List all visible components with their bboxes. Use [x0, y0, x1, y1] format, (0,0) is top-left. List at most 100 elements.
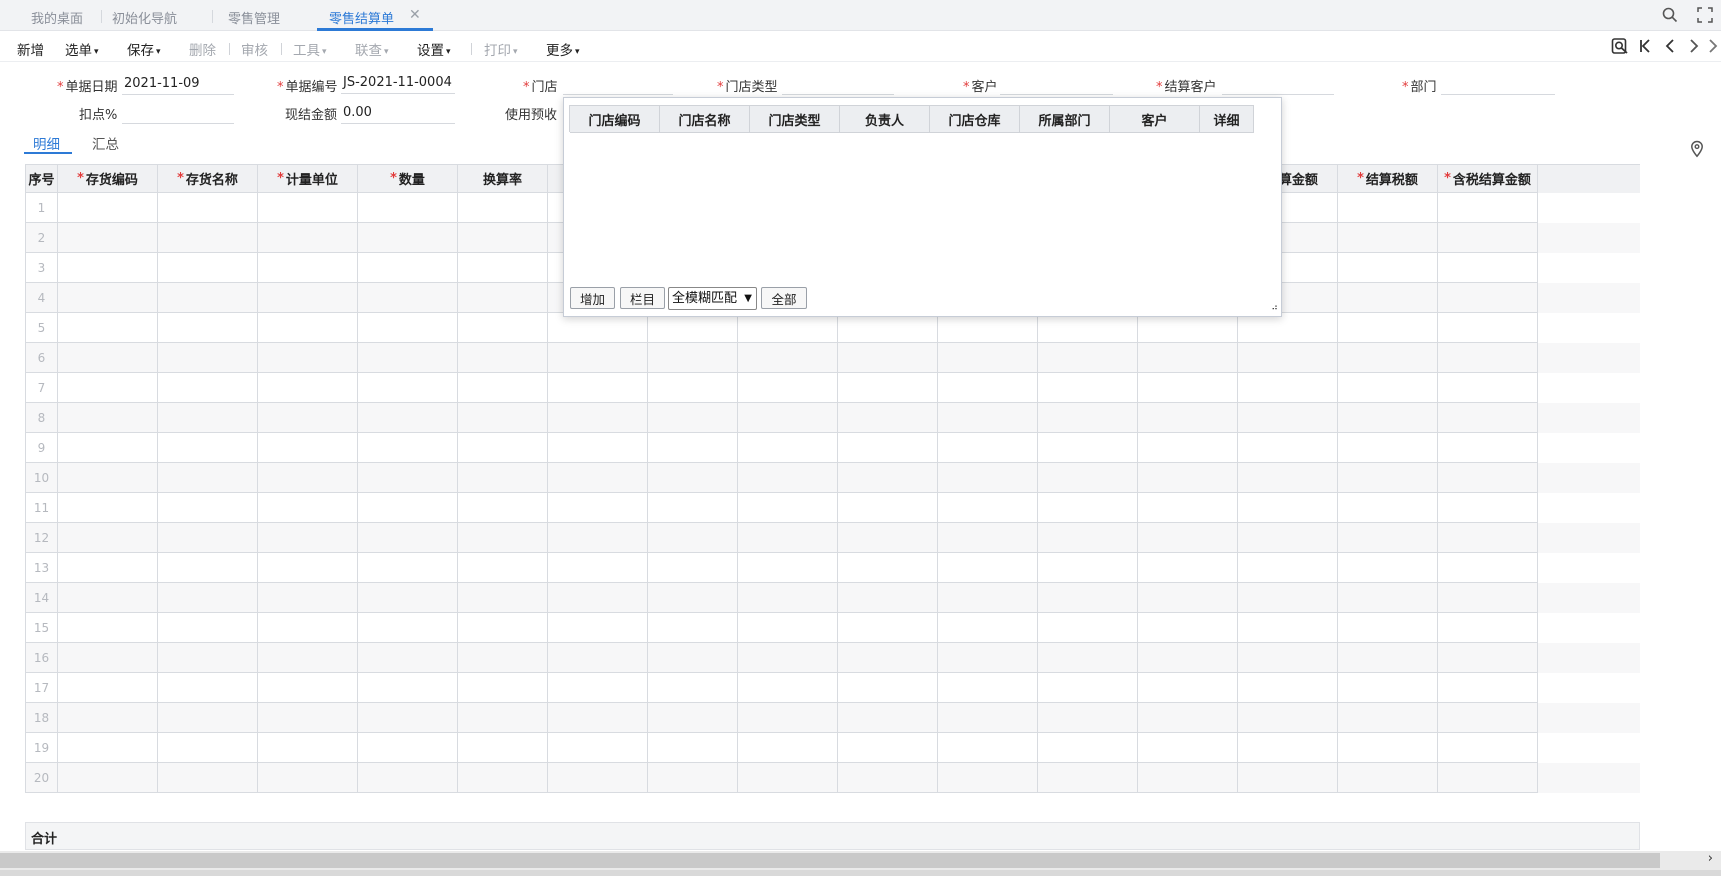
columns-button[interactable]: 栏目: [620, 287, 665, 309]
new-button[interactable]: 新增: [17, 39, 44, 59]
grid-cell[interactable]: [648, 523, 738, 553]
dept-field[interactable]: [1441, 73, 1555, 95]
grid-cell[interactable]: [548, 433, 648, 463]
grid-cell[interactable]: [1138, 733, 1238, 763]
grid-cell[interactable]: [158, 343, 258, 373]
grid-cell[interactable]: [1038, 733, 1138, 763]
more-button[interactable]: 更多 ▾: [546, 39, 580, 59]
grid-cell[interactable]: [358, 583, 458, 613]
grid-cell[interactable]: [1438, 583, 1538, 613]
grid-cell[interactable]: [648, 733, 738, 763]
grid-cell[interactable]: [1438, 703, 1538, 733]
grid-cell[interactable]: [358, 403, 458, 433]
grid-cell[interactable]: [1438, 553, 1538, 583]
table-row[interactable]: 20: [26, 763, 1640, 793]
grid-cell[interactable]: [158, 223, 258, 253]
tab-detail[interactable]: 明细: [33, 133, 60, 153]
grid-cell[interactable]: [548, 313, 648, 343]
grid-cell[interactable]: [648, 613, 738, 643]
grid-cell[interactable]: [158, 583, 258, 613]
grid-cell[interactable]: [358, 463, 458, 493]
grid-header-cell[interactable]: * 存货编码: [58, 165, 158, 193]
table-row[interactable]: 10: [26, 463, 1640, 493]
grid-cell[interactable]: [1238, 583, 1338, 613]
grid-cell[interactable]: [1438, 193, 1538, 223]
grid-cell[interactable]: [1138, 493, 1238, 523]
grid-cell[interactable]: [358, 553, 458, 583]
grid-cell[interactable]: [58, 613, 158, 643]
grid-cell[interactable]: [1238, 673, 1338, 703]
grid-cell[interactable]: [738, 613, 838, 643]
grid-cell[interactable]: [838, 613, 938, 643]
grid-cell[interactable]: [358, 343, 458, 373]
col-store-name[interactable]: 门店名称: [660, 106, 750, 133]
grid-cell[interactable]: [548, 343, 648, 373]
grid-cell[interactable]: [1438, 643, 1538, 673]
grid-cell[interactable]: [1338, 223, 1438, 253]
grid-cell[interactable]: [1238, 763, 1338, 793]
grid-cell[interactable]: [648, 463, 738, 493]
grid-cell[interactable]: [58, 763, 158, 793]
grid-cell[interactable]: [648, 703, 738, 733]
grid-cell[interactable]: [58, 583, 158, 613]
match-mode-select[interactable]: 全模糊匹配 ▼: [668, 287, 757, 310]
grid-cell[interactable]: [1338, 283, 1438, 313]
grid-cell[interactable]: [548, 493, 648, 523]
grid-cell[interactable]: [1038, 373, 1138, 403]
grid-cell[interactable]: [58, 463, 158, 493]
grid-cell[interactable]: [1138, 343, 1238, 373]
grid-cell[interactable]: [1038, 673, 1138, 703]
grid-cell[interactable]: [838, 703, 938, 733]
grid-cell[interactable]: [258, 373, 358, 403]
grid-cell[interactable]: [1438, 313, 1538, 343]
grid-header-cell[interactable]: * 含税结算金额: [1438, 165, 1538, 193]
grid-cell[interactable]: [1138, 613, 1238, 643]
table-row[interactable]: 18: [26, 703, 1640, 733]
grid-cell[interactable]: [258, 433, 358, 463]
grid-cell[interactable]: [1238, 373, 1338, 403]
grid-cell[interactable]: [1338, 343, 1438, 373]
settings-button[interactable]: 设置 ▾: [417, 39, 451, 59]
grid-cell[interactable]: [58, 433, 158, 463]
grid-cell[interactable]: [838, 763, 938, 793]
grid-cell[interactable]: [838, 463, 938, 493]
cash-field[interactable]: 0.00: [341, 102, 455, 124]
grid-cell[interactable]: [938, 403, 1038, 433]
number-field[interactable]: JS-2021-11-0004: [341, 72, 455, 94]
grid-cell[interactable]: [358, 223, 458, 253]
grid-cell[interactable]: [458, 613, 548, 643]
grid-cell[interactable]: [738, 493, 838, 523]
col-detail[interactable]: 详细: [1200, 106, 1254, 133]
grid-cell[interactable]: [458, 553, 548, 583]
grid-cell[interactable]: [258, 703, 358, 733]
store-type-field[interactable]: [782, 73, 894, 95]
table-row[interactable]: 7: [26, 373, 1640, 403]
grid-cell[interactable]: [938, 433, 1038, 463]
grid-cell[interactable]: [158, 763, 258, 793]
grid-cell[interactable]: [158, 283, 258, 313]
grid-cell[interactable]: [58, 673, 158, 703]
settle-customer-field[interactable]: [1222, 73, 1334, 95]
grid-cell[interactable]: [1338, 763, 1438, 793]
grid-cell[interactable]: [548, 403, 648, 433]
grid-cell[interactable]: [458, 703, 548, 733]
grid-cell[interactable]: [158, 463, 258, 493]
table-row[interactable]: 9: [26, 433, 1640, 463]
tab-retail-settlement[interactable]: 零售结算单: [329, 8, 394, 27]
grid-cell[interactable]: [58, 373, 158, 403]
tab-summary[interactable]: 汇总: [92, 133, 119, 153]
grid-cell[interactable]: [1338, 553, 1438, 583]
grid-cell[interactable]: [58, 703, 158, 733]
grid-header-cell[interactable]: 序号: [26, 165, 58, 193]
grid-cell[interactable]: [58, 283, 158, 313]
grid-cell[interactable]: [58, 493, 158, 523]
grid-cell[interactable]: [938, 343, 1038, 373]
grid-cell[interactable]: [1438, 223, 1538, 253]
scrollbar-thumb[interactable]: [0, 853, 1660, 868]
grid-cell[interactable]: [548, 703, 648, 733]
grid-cell[interactable]: [158, 643, 258, 673]
grid-cell[interactable]: [738, 763, 838, 793]
grid-cell[interactable]: [458, 253, 548, 283]
grid-cell[interactable]: [838, 403, 938, 433]
horizontal-scrollbar[interactable]: ›: [0, 851, 1721, 870]
